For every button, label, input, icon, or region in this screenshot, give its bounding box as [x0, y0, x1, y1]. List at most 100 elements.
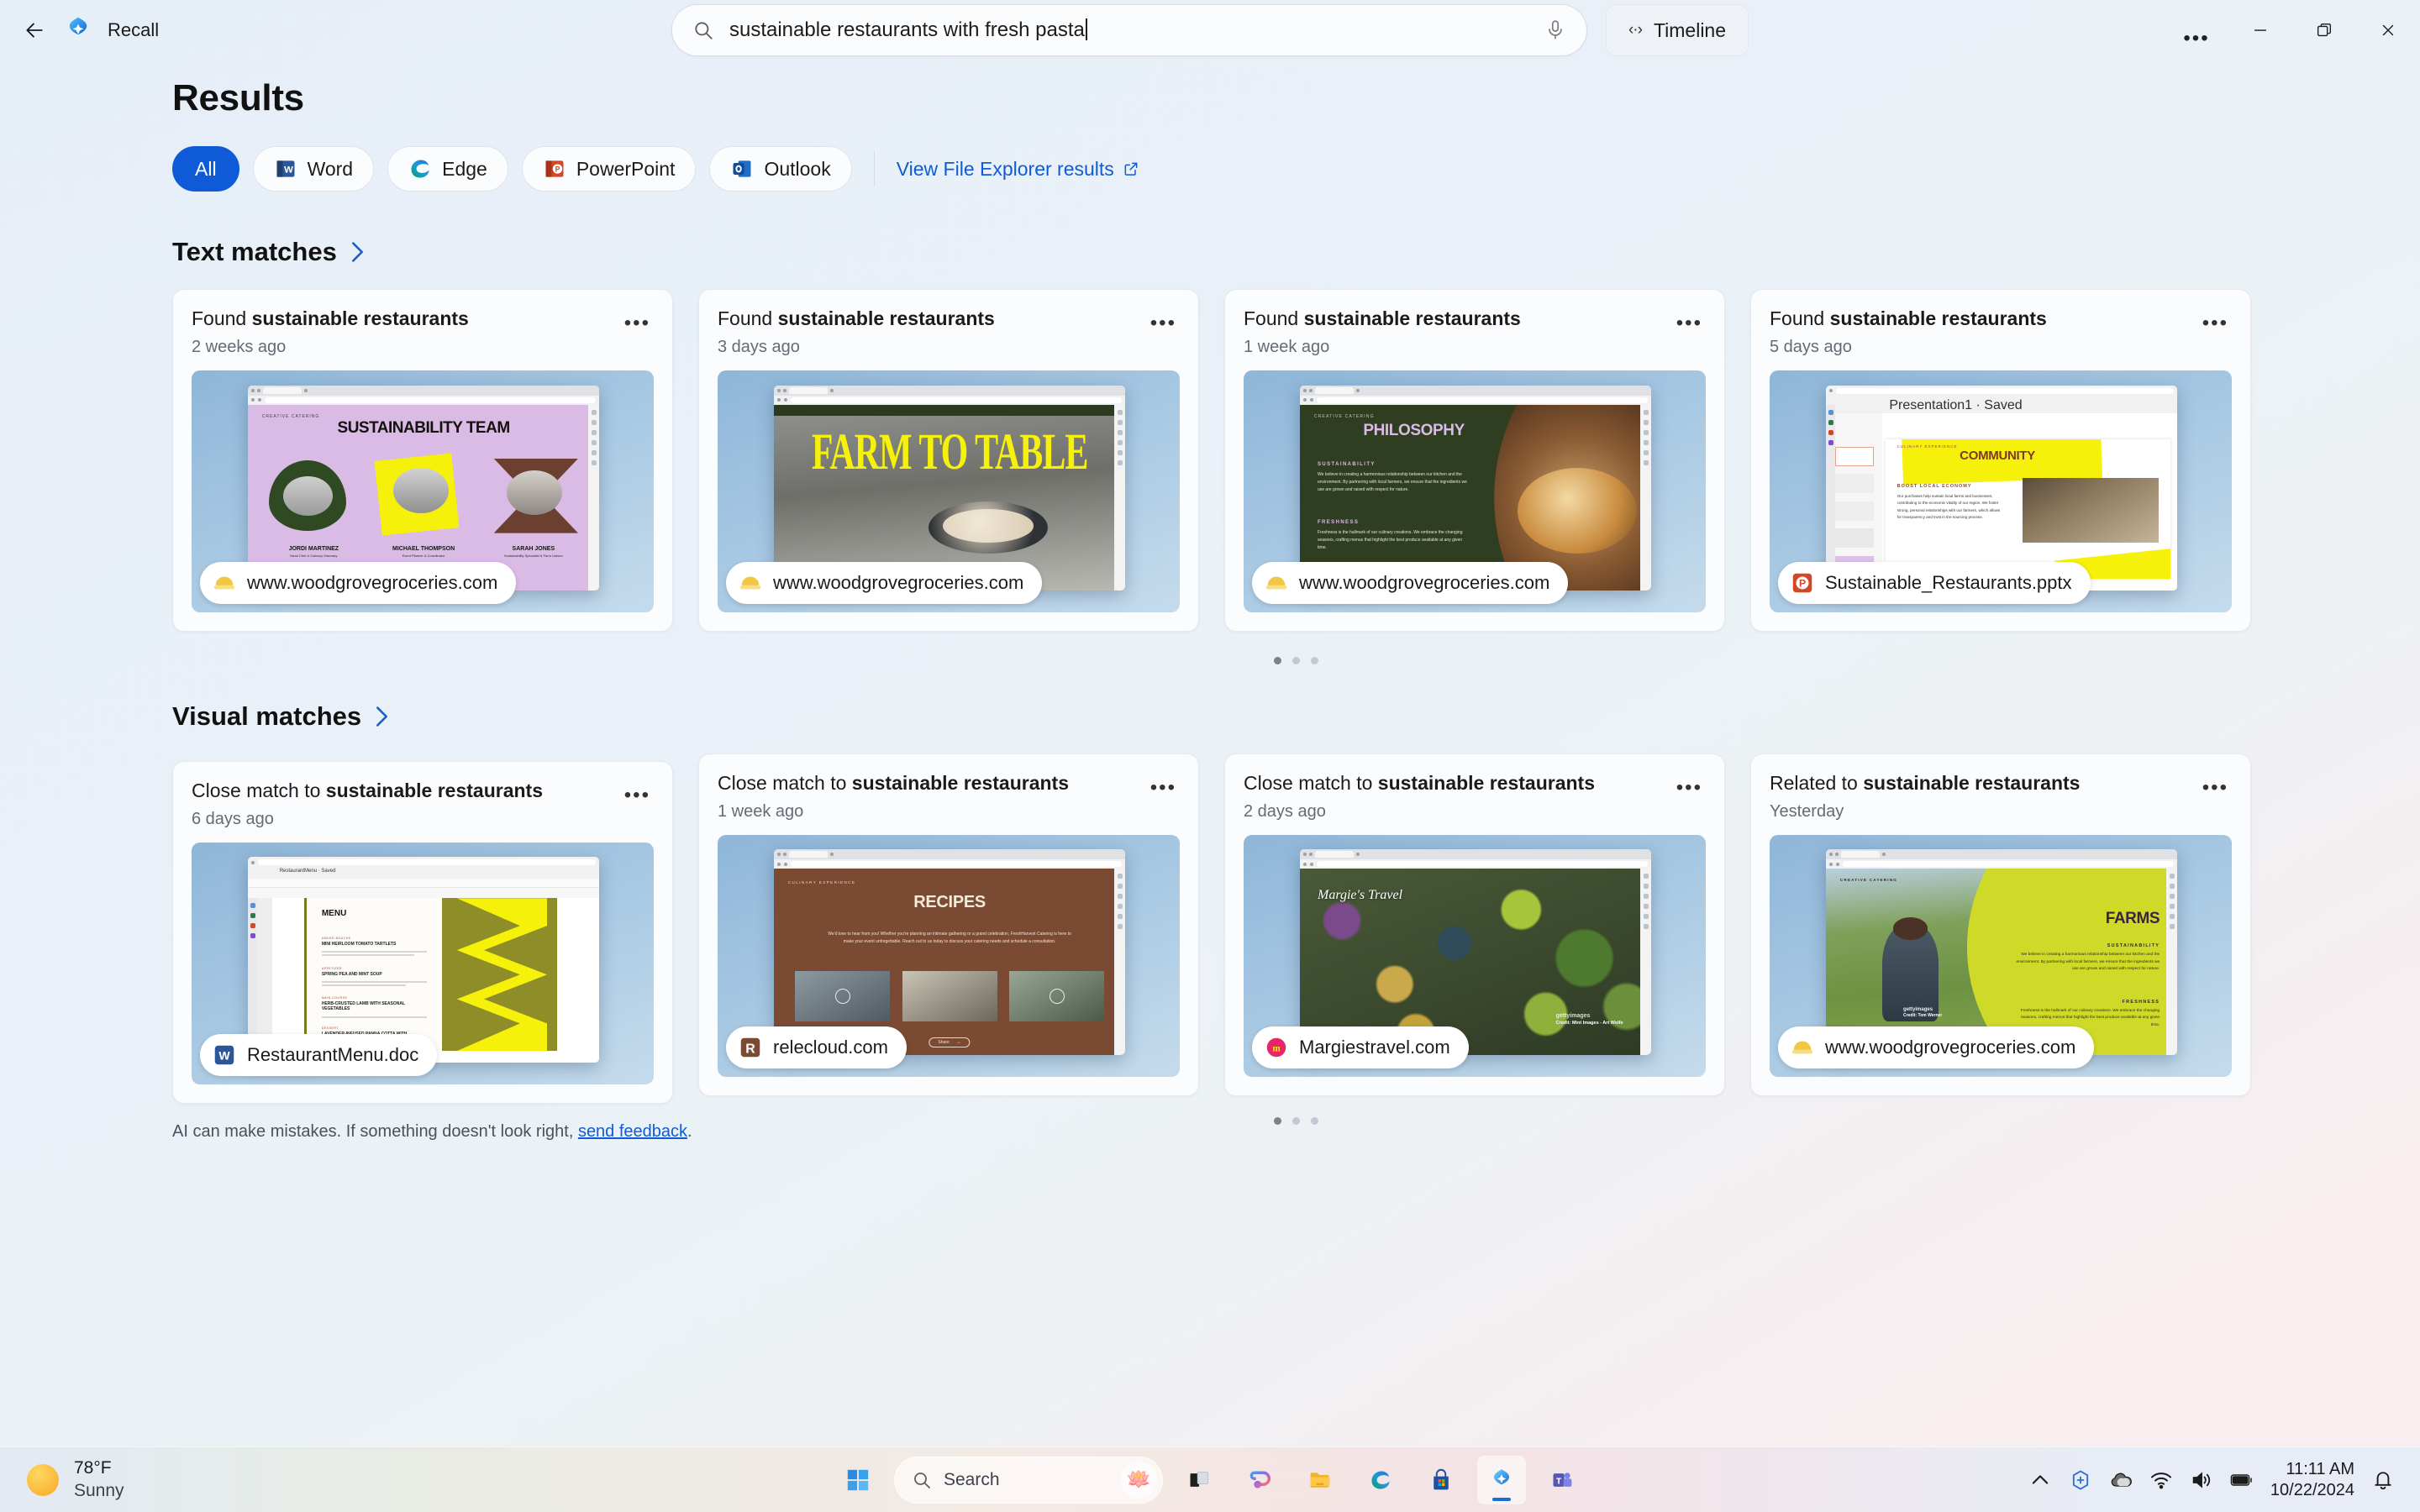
- slide-block-body: Freshness is the hallmark of our culinar…: [1317, 530, 1463, 550]
- result-card-more-button[interactable]: •••: [2202, 771, 2232, 798]
- result-card-thumbnail: FARM TO TABLE We believe in the power of…: [718, 370, 1180, 612]
- result-card[interactable]: Related to sustainable restaurants Yeste…: [1750, 753, 2251, 1096]
- svg-text:R: R: [745, 1042, 755, 1056]
- section-visual-matches: Visual matches Close match to sustainabl…: [172, 701, 2420, 1142]
- result-card-more-button[interactable]: •••: [2202, 307, 2232, 333]
- filter-chip-powerpoint[interactable]: P PowerPoint: [521, 146, 697, 192]
- onedrive-button[interactable]: [2109, 1468, 2133, 1492]
- filter-chip-edge[interactable]: Edge: [387, 146, 508, 192]
- result-card-source-label: www.woodgrovegroceries.com: [247, 571, 498, 593]
- result-card-source[interactable]: R relecloud.com: [726, 1026, 907, 1068]
- pagination-dot[interactable]: [1292, 1116, 1300, 1125]
- ai-disclaimer-period: .: [687, 1121, 692, 1141]
- taskbar-clock[interactable]: 11:11 AM 10/22/2024: [2270, 1459, 2354, 1501]
- teams-icon: T: [1553, 1472, 1572, 1487]
- microphone-icon[interactable]: [1544, 18, 1566, 42]
- restore-button[interactable]: [2292, 0, 2356, 60]
- close-icon: [2382, 24, 2394, 36]
- recall-button[interactable]: [1477, 1455, 1526, 1504]
- timeline-button[interactable]: ‹·› Timeline: [1605, 4, 1749, 56]
- ai-disclaimer: AI can make mistakes. If something doesn…: [172, 1122, 2420, 1142]
- copilot-button[interactable]: [1235, 1456, 1284, 1504]
- section-visual-matches-header[interactable]: Visual matches: [172, 701, 2420, 732]
- filter-chip-all[interactable]: All: [172, 146, 239, 192]
- app-title: Recall: [108, 19, 160, 40]
- onedrive-cloud-icon: [2111, 1473, 2132, 1487]
- result-card-highlight: sustainable restaurants: [1303, 307, 1521, 329]
- search-input[interactable]: sustainable restaurants with fresh pasta: [671, 4, 1587, 56]
- result-card-source[interactable]: www.woodgrovegroceries.com: [1778, 1026, 2095, 1068]
- taskbar-weather-widget[interactable]: 78°F Sunny: [0, 1457, 124, 1502]
- result-card-prefix: Found: [1244, 307, 1304, 329]
- wifi-button[interactable]: [2149, 1468, 2173, 1492]
- minimize-button[interactable]: [2228, 0, 2292, 60]
- result-card[interactable]: Close match to sustainable restaurants 1…: [698, 753, 1199, 1096]
- pagination-dot[interactable]: [1311, 1116, 1318, 1125]
- pagination-dot[interactable]: [1292, 656, 1300, 664]
- show-hidden-icons-button[interactable]: [2028, 1468, 2052, 1492]
- lotus-icon[interactable]: 🪷: [1120, 1461, 1157, 1499]
- timeline-label: Timeline: [1653, 18, 1727, 41]
- start-button[interactable]: [834, 1456, 882, 1504]
- slide-block-heading: BOOST LOCAL ECONOMY: [1897, 483, 1972, 489]
- result-card-more-button[interactable]: •••: [624, 779, 654, 806]
- result-card-source[interactable]: www.woodgrovegroceries.com: [726, 561, 1043, 604]
- result-card-source-label: Margiestravel.com: [1299, 1036, 1450, 1058]
- send-feedback-link[interactable]: send feedback: [578, 1122, 687, 1141]
- result-card-source[interactable]: P Sustainable_Restaurants.pptx: [1778, 561, 2091, 604]
- result-card-more-button[interactable]: •••: [624, 307, 654, 333]
- back-button[interactable]: [12, 8, 57, 53]
- result-card[interactable]: Found sustainable restaurants 5 days ago…: [1750, 289, 2251, 632]
- battery-button[interactable]: [2230, 1468, 2254, 1492]
- search-area: sustainable restaurants with fresh pasta…: [671, 4, 1749, 56]
- results-page: Results All W Word Edge P PowerPoint Out…: [0, 60, 2420, 1142]
- pagination-dot[interactable]: [1274, 1116, 1281, 1125]
- result-card-source-label: www.woodgrovegroceries.com: [1299, 571, 1550, 593]
- result-card-thumbnail: CREATIVE CATERING SUSTAINABILITY TEAM JO…: [192, 370, 654, 612]
- close-button[interactable]: [2356, 0, 2420, 60]
- pagination-dot[interactable]: [1311, 656, 1318, 664]
- word-icon: W: [214, 1045, 234, 1064]
- edge-button[interactable]: [1356, 1456, 1405, 1504]
- filter-chip-outlook[interactable]: Outlook: [709, 146, 852, 192]
- result-card-more-button[interactable]: •••: [1150, 771, 1180, 798]
- result-card-timestamp: Yesterday: [1770, 801, 1844, 821]
- clock-date: 10/22/2024: [2270, 1480, 2354, 1499]
- view-file-explorer-results-label: View File Explorer results: [896, 157, 1114, 180]
- result-card[interactable]: Found sustainable restaurants 3 days ago…: [698, 289, 1199, 632]
- volume-button[interactable]: [2190, 1468, 2213, 1492]
- teams-button[interactable]: T: [1538, 1456, 1586, 1504]
- browser-window-mock: Margie's Travel gettyimages Credit: Mint…: [1300, 849, 1652, 1056]
- section-text-matches-header[interactable]: Text matches: [172, 237, 2420, 267]
- view-file-explorer-results-link[interactable]: View File Explorer results: [897, 158, 1139, 181]
- filter-chip-word[interactable]: W Word: [252, 146, 375, 192]
- result-card-timestamp: 2 weeks ago: [192, 337, 287, 356]
- task-view-button[interactable]: [1175, 1456, 1223, 1504]
- back-arrow-icon: [26, 23, 43, 38]
- result-card-more-button[interactable]: •••: [1150, 307, 1180, 333]
- result-card-more-button[interactable]: •••: [1676, 307, 1706, 333]
- woodgrove-icon: [1791, 1041, 1813, 1053]
- pagination-dot[interactable]: [1274, 656, 1281, 664]
- result-card-thumbnail: CULINARY EXPERIENCE RECIPES We'd love to…: [718, 834, 1180, 1077]
- result-card[interactable]: Close match to sustainable restaurants 6…: [172, 760, 673, 1104]
- microsoft-store-button[interactable]: [1417, 1456, 1465, 1504]
- minimize-icon: [2254, 29, 2267, 31]
- file-explorer-button[interactable]: [1296, 1456, 1344, 1504]
- result-card-source[interactable]: www.woodgrovegroceries.com: [1252, 561, 1569, 604]
- slide-eyebrow: CULINARY EXPERIENCE: [787, 879, 856, 885]
- result-card[interactable]: Found sustainable restaurants 1 week ago…: [1224, 289, 1725, 632]
- slide-eyebrow: CULINARY EXPERIENCE: [1897, 444, 1958, 449]
- result-card-source[interactable]: www.woodgrovegroceries.com: [200, 561, 517, 604]
- slide-title: PHILOSOPHY: [1363, 421, 1465, 439]
- result-card-source[interactable]: W RestaurantMenu.doc: [200, 1033, 438, 1076]
- result-card[interactable]: Found sustainable restaurants 2 weeks ag…: [172, 289, 673, 632]
- result-card-more-button[interactable]: •••: [1676, 771, 1706, 798]
- notifications-button[interactable]: [2371, 1468, 2395, 1492]
- taskbar-search-box[interactable]: Search 🪷: [894, 1456, 1163, 1504]
- window-more-button[interactable]: •••: [2165, 13, 2228, 73]
- word-window-mock: RestaurantMenu · Saved MENU AMUSE-BOUCHE…: [248, 857, 600, 1063]
- result-card-source[interactable]: m Margiestravel.com: [1252, 1026, 1469, 1068]
- result-card[interactable]: Close match to sustainable restaurants 2…: [1224, 753, 1725, 1096]
- intel-graphics-button[interactable]: [2069, 1468, 2092, 1492]
